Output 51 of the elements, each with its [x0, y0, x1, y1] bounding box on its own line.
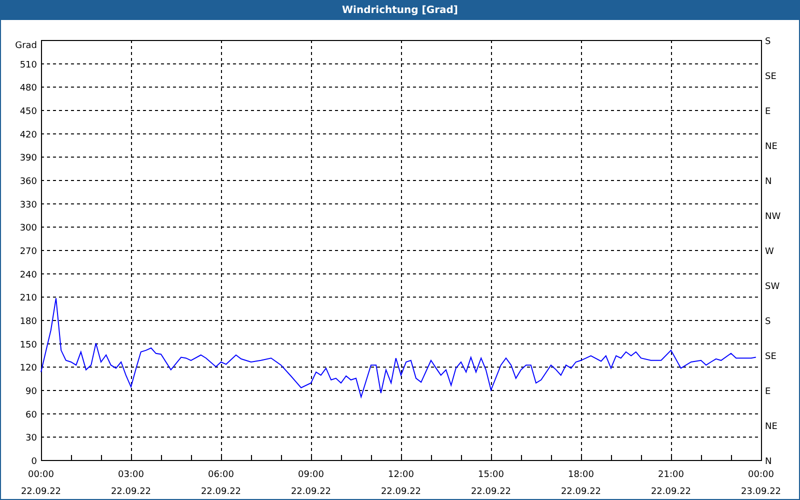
y-tick-label: 390 — [20, 154, 37, 164]
x-tick-date: 22.09.22 — [650, 487, 692, 497]
x-tick-date: 22.09.22 — [200, 487, 242, 497]
x-tick-date: 22.09.22 — [470, 487, 512, 497]
y-tick-label: 360 — [20, 177, 37, 187]
x-tick-date: 22.09.22 — [560, 487, 602, 497]
y-tick-label: 450 — [20, 107, 37, 117]
compass-tick-label: N — [765, 457, 772, 467]
x-tick-time: 18:00 — [568, 470, 594, 480]
y-tick-label: 0 — [31, 457, 37, 467]
y-tick-label: 210 — [20, 294, 37, 304]
y-tick-label: 330 — [20, 200, 37, 210]
compass-tick-label: NE — [765, 142, 778, 152]
compass-tick-label: S — [765, 37, 771, 47]
compass-tick-label: S — [765, 317, 771, 327]
compass-tick-label: SE — [765, 72, 776, 82]
x-tick-time: 06:00 — [208, 470, 234, 480]
x-tick-time: 03:00 — [118, 470, 144, 480]
y-tick-label: 120 — [20, 364, 37, 374]
y-tick-label: 90 — [26, 387, 37, 397]
compass-tick-label: SW — [765, 282, 780, 292]
y-tick-label: 480 — [20, 84, 37, 94]
x-tick-date: 22.09.22 — [380, 487, 422, 497]
y-tick-label: 240 — [20, 270, 37, 280]
compass-tick-label: NE — [765, 422, 778, 432]
x-tick-date: 22.09.22 — [20, 487, 62, 497]
x-tick-date: 23.09.22 — [740, 487, 782, 497]
x-tick-date: 22.09.22 — [110, 487, 152, 497]
y-tick-label: 60 — [26, 410, 37, 420]
y-tick-label: 420 — [20, 130, 37, 140]
x-tick-time: 00:00 — [748, 470, 774, 480]
x-tick-time: 00:00 — [28, 470, 54, 480]
x-tick-time: 15:00 — [478, 470, 504, 480]
y-tick-label: 180 — [20, 317, 37, 327]
compass-tick-label: NW — [765, 212, 781, 222]
compass-tick-label: SE — [765, 352, 776, 362]
x-tick-time: 12:00 — [388, 470, 414, 480]
y-tick-label: 150 — [20, 340, 37, 350]
y-axis-label: Grad — [15, 41, 37, 51]
x-tick-time: 09:00 — [298, 470, 324, 480]
compass-tick-label: E — [765, 387, 771, 397]
compass-tick-label: E — [765, 107, 771, 117]
x-tick-date: 22.09.22 — [290, 487, 332, 497]
compass-tick-label: W — [765, 247, 774, 257]
x-tick-time: 21:00 — [658, 470, 684, 480]
y-tick-label: 510 — [20, 60, 37, 70]
y-tick-label: 270 — [20, 247, 37, 257]
y-tick-label: 300 — [20, 224, 37, 234]
window-title: Windrichtung [Grad] — [1, 1, 799, 20]
y-tick-label: 30 — [26, 434, 37, 444]
compass-tick-label: N — [765, 177, 772, 187]
